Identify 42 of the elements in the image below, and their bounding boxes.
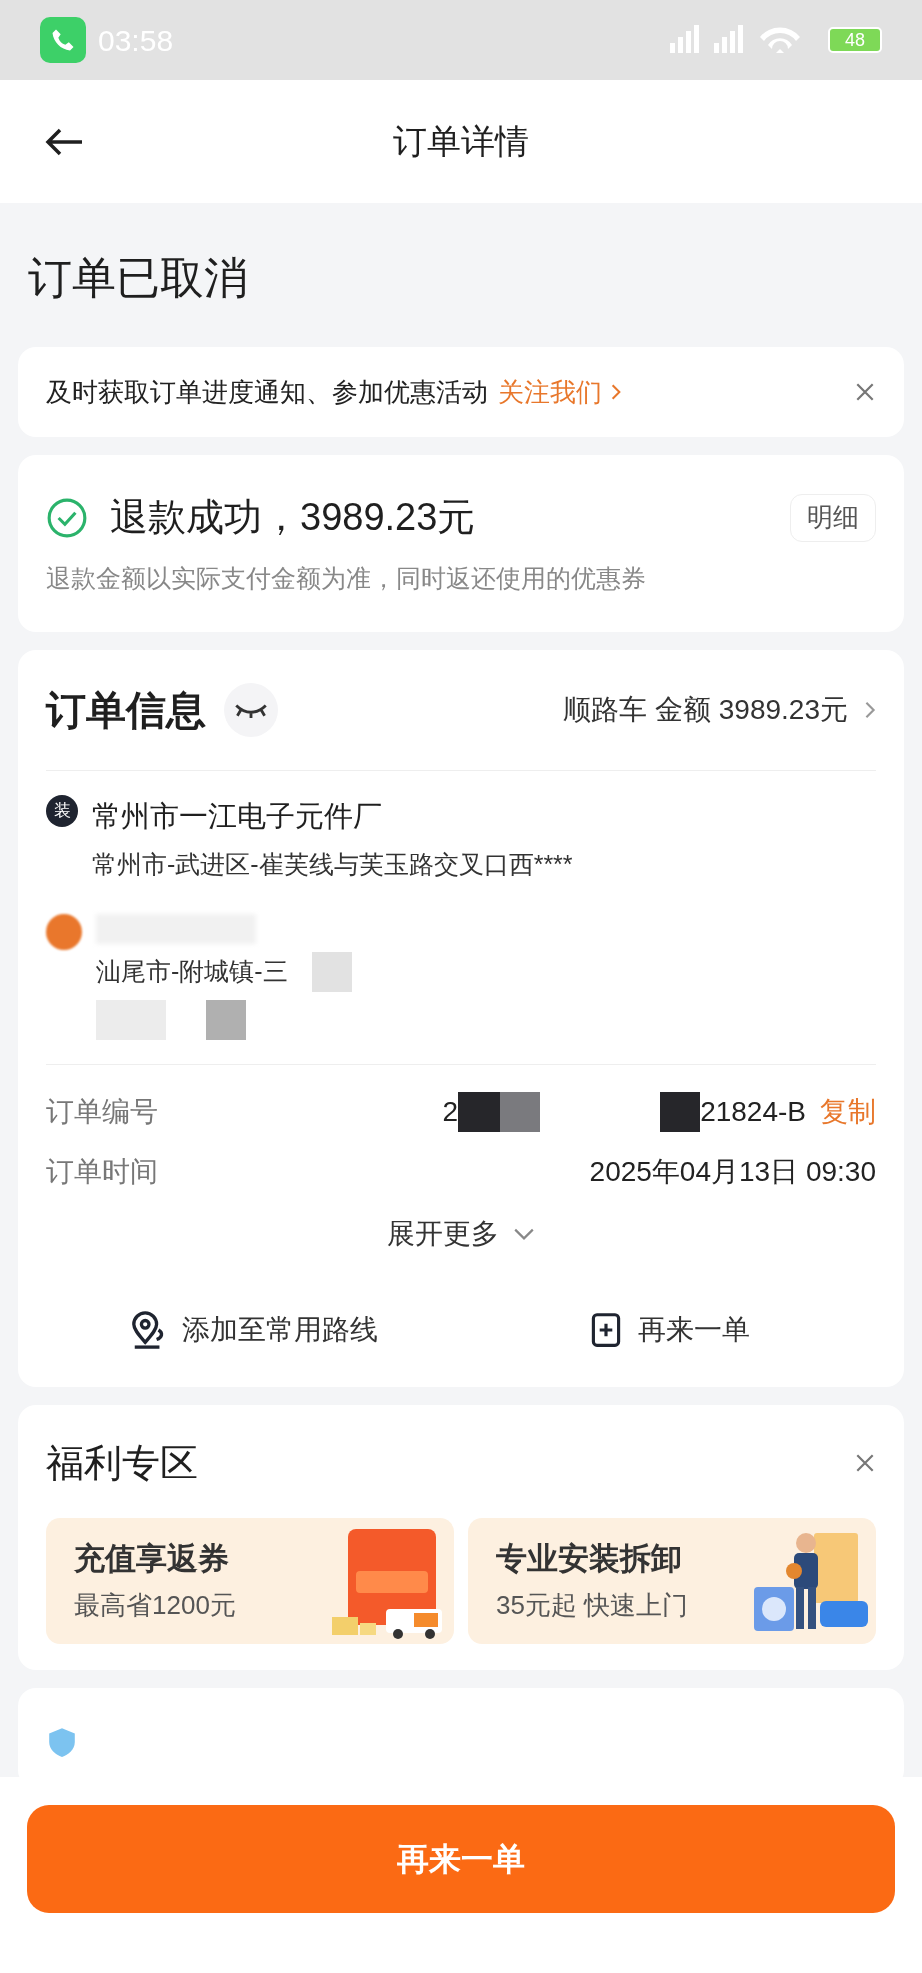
chevron-right-icon — [610, 383, 622, 401]
redaction-mark — [311, 951, 352, 992]
field-label: 订单编号 — [46, 1094, 158, 1129]
redaction-mark — [500, 1091, 541, 1132]
order-number-start: 2 — [442, 1094, 459, 1129]
loading-badge: 装 — [46, 794, 78, 827]
shield-icon — [46, 1725, 78, 1758]
refund-title: 退款成功，3989.23元 — [110, 495, 476, 540]
promo-subtitle: 最高省1200元 — [74, 1589, 237, 1623]
order-status-title: 订单已取消 — [27, 252, 249, 304]
section-title: 福利专区 — [46, 1440, 198, 1486]
redaction-mark — [458, 1091, 501, 1132]
promo-tile[interactable]: 充值享返券 最高省1200元 — [46, 1517, 454, 1644]
stop-address: 汕尾市-附城镇-三 — [96, 955, 288, 987]
notice-text: 及时获取订单进度通知、参加优惠活动 — [46, 375, 488, 409]
phone-icon — [40, 17, 86, 63]
check-circle-icon — [46, 496, 88, 539]
back-arrow-icon[interactable] — [44, 126, 84, 157]
promo-title: 充值享返券 — [74, 1539, 230, 1578]
close-icon[interactable] — [854, 1452, 876, 1474]
refund-note: 退款金额以实际支付金额为准，同时返还使用的优惠券 — [46, 563, 647, 594]
battery-indicator: 48 — [828, 27, 882, 53]
field-value: 2025年04月13日 09:30 — [589, 1154, 876, 1189]
promo-title: 专业安装拆卸 — [496, 1539, 683, 1578]
detail-button[interactable]: 明细 — [790, 493, 876, 542]
action-button[interactable]: 添加至常用路线 — [46, 1308, 461, 1351]
redaction-mark — [660, 1091, 701, 1132]
redaction-mark — [206, 999, 246, 1040]
field-label: 订单时间 — [46, 1154, 158, 1189]
stop-address: 常州市-武进区-崔芙线与芙玉路交叉口西**** — [92, 849, 573, 880]
page-title: 订单详情 — [393, 121, 529, 162]
order-number-end: 21824-B — [700, 1094, 806, 1129]
promo-subtitle: 35元起 快速上门 — [496, 1589, 690, 1623]
expand-more-button[interactable]: 展开更多 — [387, 1212, 535, 1255]
promo-tile[interactable]: 专业安装拆卸 35元起 快速上门 — [468, 1517, 876, 1644]
action-button[interactable]: 再来一单 — [461, 1308, 876, 1351]
chevron-down-icon — [513, 1226, 535, 1241]
close-icon[interactable] — [854, 381, 876, 403]
section-title: 订单信息 — [46, 686, 206, 734]
order-summary[interactable]: 顺路车 金额 3989.23元 — [563, 688, 848, 731]
stop-name: 常州市一江电子元件厂 — [92, 798, 383, 834]
chevron-right-icon — [864, 699, 876, 720]
